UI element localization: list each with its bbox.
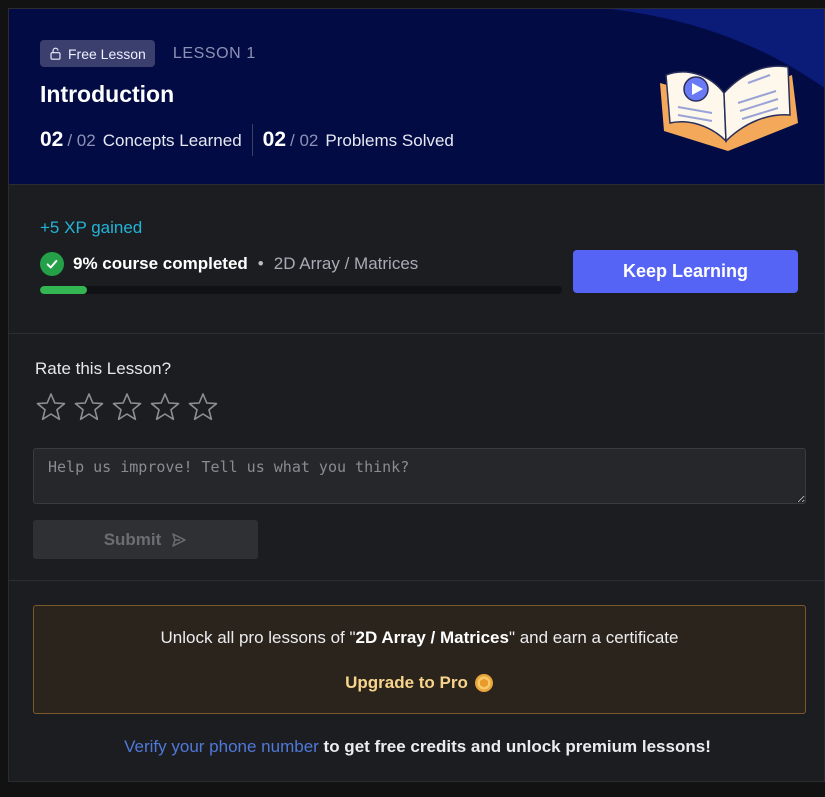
course-progress-fill — [40, 286, 87, 294]
stats-divider — [251, 124, 253, 156]
separator-dot: • — [257, 254, 264, 273]
submit-label: Submit — [103, 529, 162, 549]
check-circle-icon — [40, 252, 64, 276]
xp-gained-text: +5 XP gained — [40, 218, 143, 237]
star-icon[interactable] — [35, 391, 67, 423]
problems-count: 02 — [262, 128, 287, 151]
lesson-number: LESSON 1 — [172, 44, 256, 62]
concepts-count: 02 — [40, 128, 64, 151]
unlock-icon — [50, 47, 61, 60]
lesson-stats: 02 / 02 Concepts Learned 02 / 02 Problem… — [40, 124, 454, 156]
open-book-play-icon — [660, 65, 798, 151]
pro-unlock-text: Unlock all pro lessons of "2D Array / Ma… — [34, 628, 805, 648]
verify-phone-link[interactable]: Verify your phone number — [124, 737, 319, 756]
submit-button[interactable]: Submit — [33, 520, 258, 559]
send-icon — [172, 532, 187, 547]
concepts-stat: 02 / 02 Concepts Learned — [40, 128, 242, 152]
upgrade-to-pro-link[interactable]: Upgrade to Pro — [34, 673, 805, 693]
concepts-label: Concepts Learned — [102, 131, 242, 150]
star-icon[interactable] — [73, 391, 105, 423]
lesson-panel: Free Lesson LESSON 1 Introduction 02 / 0… — [8, 8, 825, 782]
upgrade-label: Upgrade to Pro — [345, 673, 468, 692]
free-lesson-badge: Free Lesson — [40, 40, 155, 67]
pro-text-prefix: Unlock all pro lessons of " — [160, 628, 356, 647]
badge-label: Free Lesson — [68, 45, 146, 62]
pro-coin-icon — [474, 674, 493, 692]
problems-total: / 02 — [290, 131, 319, 150]
section-divider — [9, 580, 824, 581]
course-progress-bar — [40, 286, 562, 294]
verify-phone-message: Verify your phone number to get free cre… — [9, 737, 824, 757]
feedback-input[interactable] — [33, 448, 806, 504]
pro-text-suffix: " and earn a certificate — [508, 628, 679, 647]
star-icon[interactable] — [187, 391, 219, 423]
star-icon[interactable] — [149, 391, 181, 423]
pro-upgrade-box: Unlock all pro lessons of "2D Array / Ma… — [33, 605, 806, 714]
course-topic: 2D Array / Matrices — [273, 254, 419, 273]
course-completed-text: 9% course completed — [73, 254, 248, 273]
course-progress-row: 9% course completed • 2D Array / Matrice… — [40, 252, 418, 276]
lesson-header: Free Lesson LESSON 1 Introduction 02 / 0… — [9, 9, 824, 185]
star-icon[interactable] — [111, 391, 143, 423]
problems-stat: 02 / 02 Problems Solved — [263, 128, 454, 152]
verify-rest-text: to get free credits and unlock premium l… — [318, 737, 711, 756]
lesson-title: Introduction — [40, 81, 175, 107]
rate-lesson-title: Rate this Lesson? — [35, 359, 172, 378]
keep-learning-button[interactable]: Keep Learning — [573, 250, 798, 293]
concepts-total: / 02 — [67, 131, 96, 150]
star-rating — [35, 391, 219, 423]
pro-course-name: 2D Array / Matrices — [355, 628, 509, 647]
problems-label: Problems Solved — [325, 131, 454, 150]
